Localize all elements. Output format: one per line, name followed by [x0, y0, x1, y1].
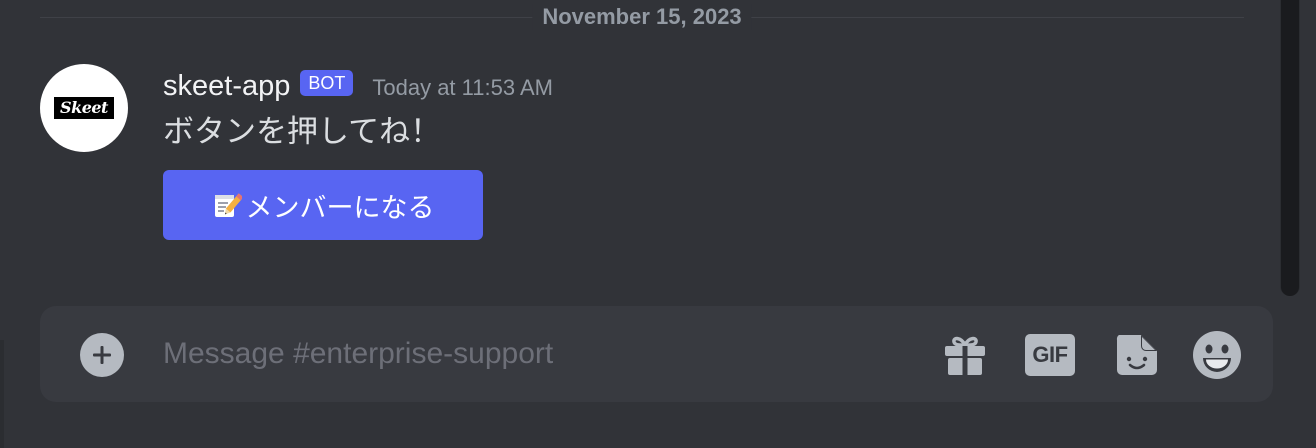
scrollbar-thumb[interactable]: [1281, 0, 1299, 296]
message-input[interactable]: [163, 332, 903, 376]
emoji-smile-icon[interactable]: [1192, 330, 1242, 380]
date-divider: November 15, 2023: [40, 0, 1244, 34]
avatar[interactable]: Skeet: [40, 64, 128, 152]
username[interactable]: skeet-app: [163, 68, 290, 104]
gif-icon[interactable]: GIF: [1025, 330, 1075, 380]
gif-label: GIF: [1025, 334, 1075, 376]
plus-circle-icon[interactable]: [80, 333, 124, 377]
become-member-button[interactable]: メンバーになる: [163, 170, 483, 240]
sticker-icon[interactable]: [1112, 330, 1162, 380]
message-composer: GIF: [40, 306, 1273, 402]
become-member-label: メンバーになる: [245, 192, 435, 223]
message-content: ボタンを押してね！: [163, 114, 442, 149]
divider-date-label: November 15, 2023: [532, 4, 752, 30]
message-item: Skeet skeet-app BOT Today at 11:53 AM ボタ…: [0, 58, 1270, 258]
message-header: skeet-app BOT Today at 11:53 AM: [163, 68, 553, 104]
gift-icon[interactable]: [940, 330, 990, 380]
timestamp[interactable]: Today at 11:53 AM: [372, 74, 553, 102]
sidebar-edge: [0, 340, 4, 448]
avatar-logo: Skeet: [54, 97, 114, 119]
bot-tag: BOT: [300, 70, 354, 96]
memo-icon: [212, 190, 243, 220]
